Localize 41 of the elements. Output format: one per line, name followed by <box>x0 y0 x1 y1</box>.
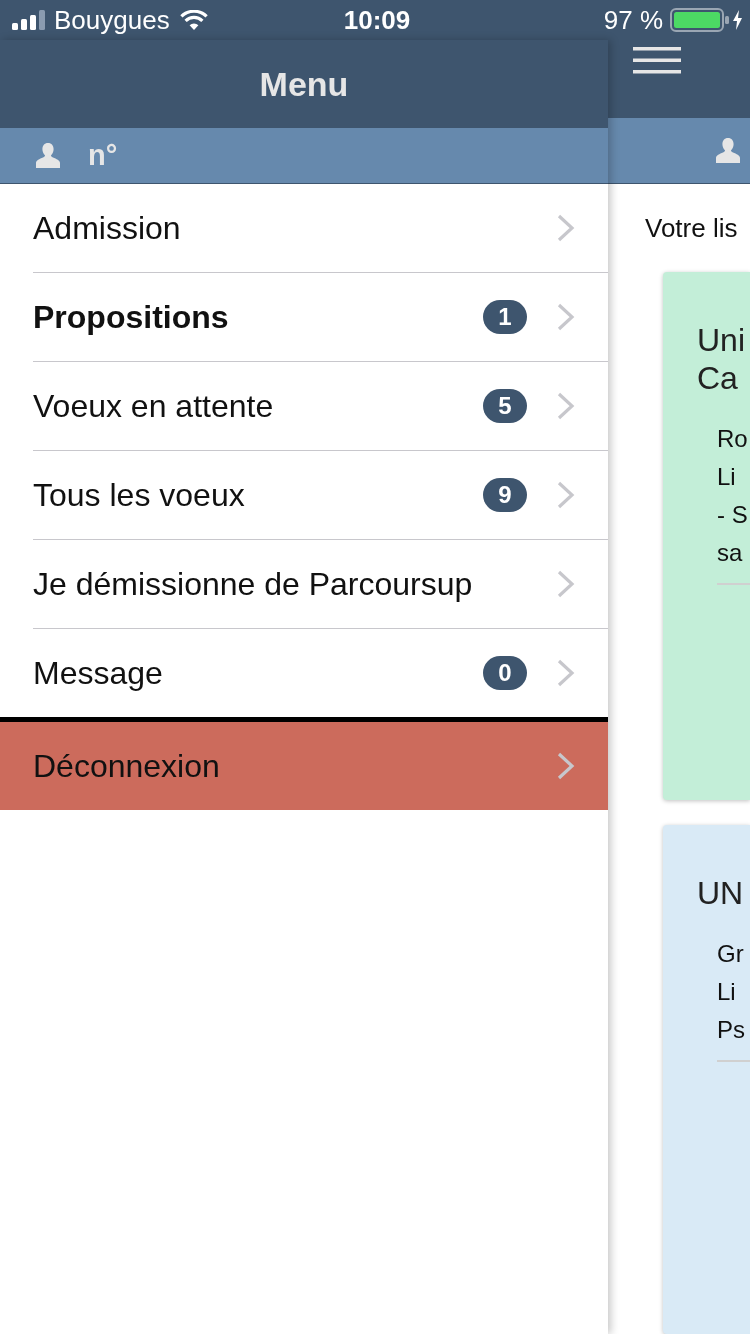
signal-icon <box>12 10 46 30</box>
user-number: n° <box>88 139 118 172</box>
card-title: Ca <box>697 359 739 397</box>
card-detail: Ps <box>717 1015 746 1045</box>
chevron-icon <box>556 480 575 510</box>
card-detail: Li <box>717 462 737 492</box>
chevron-icon <box>556 213 575 243</box>
menu-item[interactable]: Admission <box>0 184 608 272</box>
wifi-icon <box>179 10 208 30</box>
card-detail: Gr <box>717 939 745 969</box>
chevron-icon <box>556 302 575 332</box>
menu-item[interactable]: Message 0 <box>0 629 608 717</box>
count-badge: 1 <box>483 300 527 334</box>
menu-item[interactable]: Tous les voeux 9 <box>0 451 608 539</box>
chevron-icon <box>556 658 575 688</box>
intro-text: Votre lis <box>645 213 739 243</box>
card-detail: sa <box>717 538 744 568</box>
chevron-icon <box>556 569 575 599</box>
card-title: Uni <box>697 321 746 359</box>
menu-item[interactable]: Je démissionne de Parcoursup <box>0 540 608 628</box>
card-detail: - S <box>717 500 749 530</box>
count-badge: 9 <box>483 478 527 512</box>
menu-title: Menu <box>259 64 349 104</box>
menu-item[interactable]: Voeux en attente 5 <box>0 362 608 450</box>
charging-icon <box>733 10 742 30</box>
chevron-icon <box>556 751 575 781</box>
battery-icon <box>670 8 730 32</box>
card-detail: Ro <box>717 424 749 454</box>
clock-time: 10:09 <box>343 5 411 35</box>
menu-icon[interactable] <box>633 47 681 74</box>
user-icon <box>36 143 60 168</box>
battery-percent: 97 % <box>603 5 663 35</box>
carrier-name: Bouygues <box>54 5 170 35</box>
card-detail: Li <box>717 977 737 1007</box>
chevron-icon <box>556 391 575 421</box>
user-icon <box>716 138 740 163</box>
card-title: UN <box>697 874 745 912</box>
logout-item[interactable]: Déconnexion <box>0 722 608 810</box>
count-badge: 0 <box>483 656 527 690</box>
menu-item[interactable]: Propositions 1 <box>0 273 608 361</box>
count-badge: 5 <box>483 389 527 423</box>
